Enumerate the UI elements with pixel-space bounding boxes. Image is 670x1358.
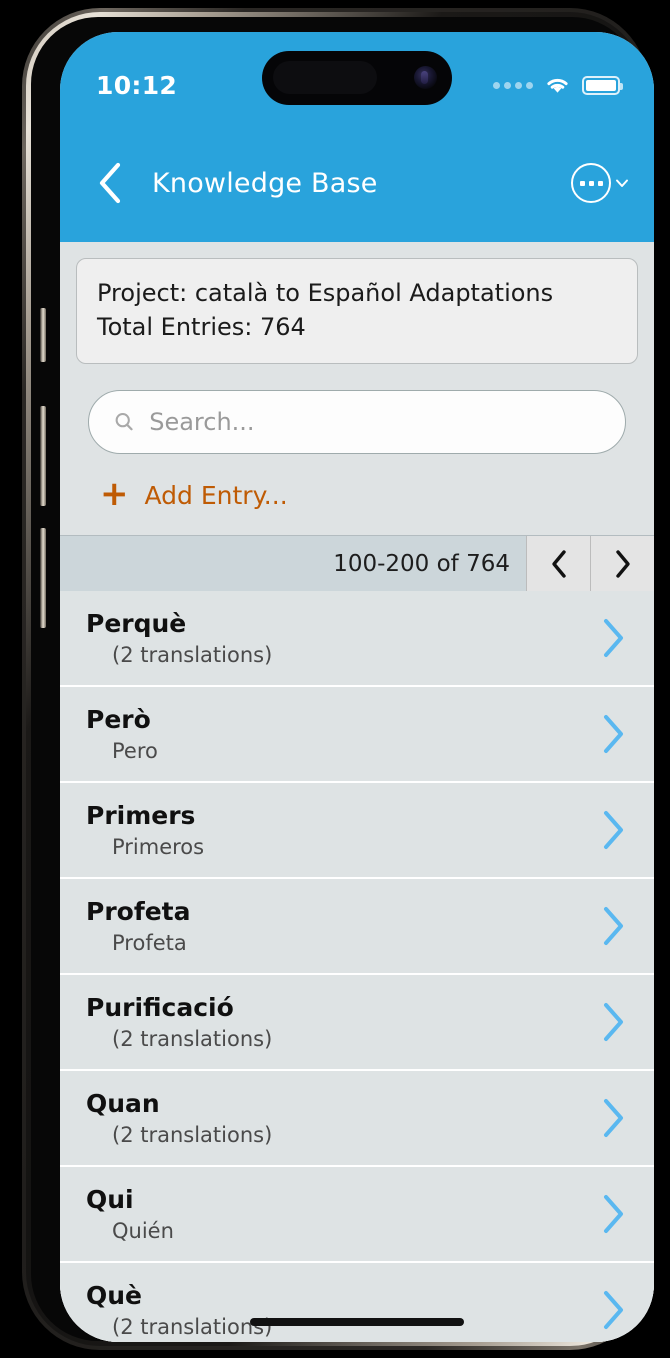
navigation-bar: Knowledge Base xyxy=(60,124,654,242)
entry-subtitle: Primeros xyxy=(112,835,205,860)
chevron-right-icon xyxy=(604,1195,623,1234)
entry-row[interactable]: Però Pero xyxy=(60,687,654,784)
entry-term: Profeta xyxy=(86,897,191,927)
search-field[interactable] xyxy=(88,390,626,455)
add-entry-label: Add Entry... xyxy=(144,481,288,511)
entry-disclosure-button[interactable] xyxy=(598,1000,628,1044)
signal-dots-icon xyxy=(493,81,533,89)
pagination-next-button[interactable] xyxy=(590,535,654,592)
pagination-bar: 100-200 of 764 xyxy=(60,535,654,592)
phone-screen: 10:12 Knowledge Base Project: català to … xyxy=(60,32,654,1342)
status-bar: 10:12 xyxy=(60,32,654,124)
dynamic-island-pill xyxy=(273,61,377,94)
chevron-left-icon xyxy=(99,162,121,204)
entry-term: Què xyxy=(86,1281,143,1311)
entry-term: Però xyxy=(86,705,151,735)
search-icon xyxy=(115,413,133,431)
chevron-right-icon xyxy=(604,1099,623,1138)
entry-texts: Profeta Profeta xyxy=(86,897,190,955)
chevron-right-icon xyxy=(604,811,623,850)
phone-frame: 10:12 Knowledge Base Project: català to … xyxy=(22,8,654,1350)
entry-texts: Perquè (2 translations) xyxy=(86,609,272,667)
chevron-left-icon xyxy=(551,549,566,578)
chevron-right-icon xyxy=(604,1003,623,1042)
entry-term: Qui xyxy=(86,1185,134,1215)
entry-subtitle: Quién xyxy=(112,1219,174,1244)
entry-subtitle: Profeta xyxy=(112,931,187,956)
entry-term: Purificació xyxy=(86,993,234,1023)
front-camera-icon xyxy=(414,66,437,89)
volume-down-button[interactable] xyxy=(40,528,46,628)
overflow-menu-button[interactable] xyxy=(571,163,630,203)
pagination-range-label: 100-200 of 764 xyxy=(333,550,510,577)
entry-subtitle: (2 translations) xyxy=(112,643,273,668)
entry-texts: Purificació (2 translations) xyxy=(86,993,272,1051)
entry-disclosure-button[interactable] xyxy=(598,808,628,852)
entry-list[interactable]: Perquè (2 translations) Però Pero Primers Pri… xyxy=(60,591,654,1342)
entry-disclosure-button[interactable] xyxy=(598,1288,628,1332)
action-button[interactable] xyxy=(40,308,46,362)
entry-term: Primers xyxy=(86,801,196,831)
entry-row[interactable]: Primers Primeros xyxy=(60,783,654,880)
entry-texts: Quan (2 translations) xyxy=(86,1089,272,1147)
entry-disclosure-button[interactable] xyxy=(598,1096,628,1140)
project-name-label: Project: català to Español Adaptations xyxy=(97,279,554,307)
pagination-prev-button[interactable] xyxy=(526,535,590,592)
entry-row[interactable]: Què (2 translations) xyxy=(60,1263,654,1342)
plus-icon: + xyxy=(100,474,129,515)
total-entries-label: Total Entries: 764 xyxy=(97,313,306,342)
chevron-right-icon xyxy=(615,549,630,578)
entry-disclosure-button[interactable] xyxy=(598,712,628,756)
status-time: 10:12 xyxy=(96,70,178,100)
chevron-right-icon xyxy=(604,619,623,658)
ellipsis-circle-icon xyxy=(571,163,611,203)
back-button[interactable] xyxy=(86,159,134,207)
entry-term: Quan xyxy=(86,1089,160,1119)
entry-subtitle: (2 translations) xyxy=(112,1027,273,1052)
entry-texts: Però Pero xyxy=(86,705,158,763)
dynamic-island xyxy=(262,51,452,105)
entry-row[interactable]: Profeta Profeta xyxy=(60,879,654,976)
main-content: Project: català to Español Adaptations T… xyxy=(60,242,654,1342)
home-indicator xyxy=(250,1318,464,1326)
entry-row[interactable]: Quan (2 translations) xyxy=(60,1071,654,1168)
search-container xyxy=(60,364,654,455)
entry-row[interactable]: Purificació (2 translations) xyxy=(60,975,654,1072)
chevron-right-icon xyxy=(604,1291,623,1330)
wifi-icon xyxy=(547,78,568,93)
entry-term: Perquè xyxy=(86,609,187,639)
entry-row[interactable]: Qui Quién xyxy=(60,1167,654,1264)
entry-disclosure-button[interactable] xyxy=(598,904,628,948)
entry-disclosure-button[interactable] xyxy=(598,1192,628,1236)
chevron-right-icon xyxy=(604,715,623,754)
entry-texts: Qui Quién xyxy=(86,1185,174,1243)
add-entry-button[interactable]: + Add Entry... xyxy=(60,454,654,535)
entry-subtitle: (2 translations) xyxy=(112,1315,273,1340)
status-indicators xyxy=(493,61,623,95)
chevron-down-icon xyxy=(616,179,628,187)
entry-texts: Primers Primeros xyxy=(86,801,204,859)
project-info-card: Project: català to Español Adaptations T… xyxy=(76,258,638,365)
volume-up-button[interactable] xyxy=(40,406,46,506)
entry-texts: Què (2 translations) xyxy=(86,1281,272,1339)
entry-disclosure-button[interactable] xyxy=(598,616,628,660)
entry-subtitle: Pero xyxy=(112,739,158,764)
page-title: Knowledge Base xyxy=(152,167,378,199)
entry-subtitle: (2 translations) xyxy=(112,1123,273,1148)
battery-full-icon xyxy=(582,75,623,95)
chevron-right-icon xyxy=(604,907,623,946)
search-input[interactable] xyxy=(149,408,601,437)
entry-row[interactable]: Perquè (2 translations) xyxy=(60,591,654,688)
